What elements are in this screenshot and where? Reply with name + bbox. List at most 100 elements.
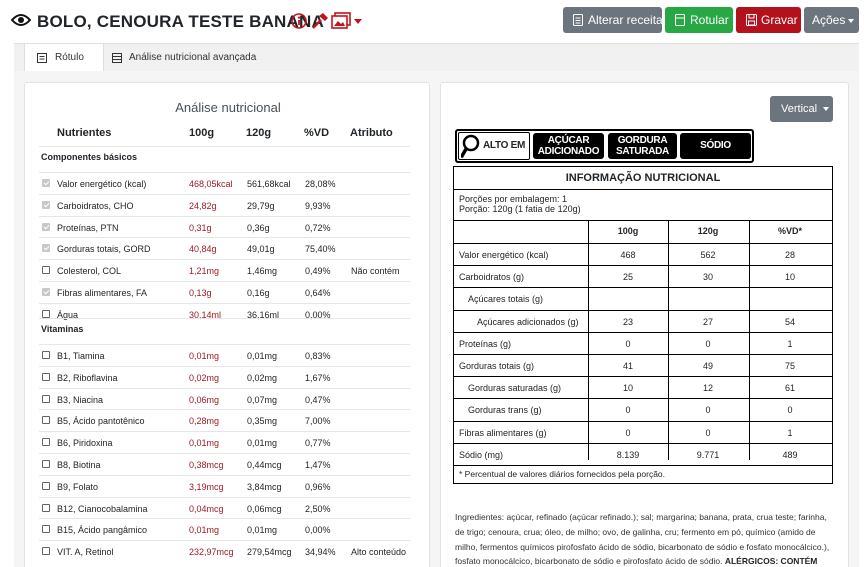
info-icon[interactable]: [291, 13, 307, 34]
value-120g: 1,46mg: [247, 266, 278, 277]
high-in-badge: ALTO EM: [458, 132, 530, 160]
analysis-title: Análise nutricional: [175, 100, 281, 115]
value-vd: 1,47%: [305, 460, 331, 470]
page-header: BOLO, CENOURA TESTE BANANA Alterar recei…: [0, 0, 864, 44]
nutrient-name: Proteínas, PTN: [57, 222, 119, 233]
facts-value: 12: [702, 383, 713, 394]
nutrient-name: B3, Niacina: [57, 394, 104, 405]
row-checkbox[interactable]: [42, 460, 50, 468]
row-checkbox: [42, 288, 50, 296]
table-rule: [454, 309, 832, 311]
row-checkbox[interactable]: [42, 394, 50, 403]
facts-value: 0: [705, 338, 711, 349]
chevron-down-icon: [823, 107, 829, 111]
nutrient-name: Carboidratos, CHO: [57, 200, 134, 211]
table-row: Valor energético (kcal) 468,05kcal 561,68k…: [39, 172, 410, 194]
warning-sat-fat-l1: GORDURA: [617, 135, 668, 146]
label-button[interactable]: Rotular: [665, 7, 733, 33]
facts-value: 10: [622, 383, 633, 394]
table-row: Água 30,14ml 36,16ml 0,00%: [39, 302, 410, 325]
value-vd: 0,72%: [305, 222, 331, 233]
list-icon: [112, 53, 122, 63]
tab-rotulo[interactable]: Rótulo: [24, 44, 104, 73]
value-vd: 0,00%: [305, 525, 331, 536]
value-attribute: Alto conteúdo: [351, 547, 407, 558]
row-checkbox[interactable]: [42, 481, 50, 490]
chevron-down-icon[interactable]: [354, 19, 362, 24]
save-button[interactable]: Gravar: [736, 7, 801, 33]
table-row: B12, Cianocobalamina 0,04mcg 0,06mcg 2,50%: [39, 496, 410, 519]
facts-value: 489: [782, 449, 798, 460]
row-checkbox[interactable]: [42, 525, 50, 534]
nutrient-name: B1, Tiamina: [57, 351, 105, 361]
nutrient-name: B2, Riboflavina: [57, 372, 118, 383]
facts-value: 54: [784, 316, 795, 327]
table-row: B9, Folato 3,19mcg 3,84mcg 0,96%: [39, 474, 410, 497]
value-100g: 0,31g: [189, 222, 212, 233]
table-row: Fibras alimentares, FA 0,13g 0,16g 0,64%: [39, 281, 410, 303]
value-120g: 279,54mcg: [247, 547, 292, 558]
value-120g: 561,68kcal: [247, 179, 291, 189]
table-rule: [454, 287, 832, 289]
actions-dropdown-button[interactable]: Ações: [804, 7, 859, 33]
facts-nutrient-name: Açúcares adicionados (g): [477, 316, 579, 327]
save-button-text: Gravar: [761, 13, 798, 27]
row-checkbox[interactable]: [42, 266, 50, 275]
row-checkbox[interactable]: [42, 372, 50, 381]
row-checkbox[interactable]: [42, 547, 50, 556]
value-100g: 232,97mcg: [189, 547, 234, 558]
row-checkbox[interactable]: [42, 351, 50, 359]
allergens-lead: ALÉRGICOS: CONTÉM: [724, 556, 818, 567]
layout-vertical-dropdown[interactable]: Vertical: [770, 96, 833, 122]
table-rule: [454, 442, 832, 444]
value-120g: 49,01g: [247, 244, 275, 255]
row-checkbox: [42, 179, 50, 187]
nutrient-name: B9, Folato: [57, 481, 99, 492]
table-row: Gorduras totais, GORD 40,84g 49,01g 75,40%: [39, 237, 410, 259]
table-row: B1, Tiamina 0,01mg 0,01mg 0,83%: [39, 344, 410, 366]
value-vd: 75,40%: [305, 244, 336, 255]
col-header-100g: 100g: [189, 127, 215, 139]
warning-added-sugar-l1: AÇÚCAR: [547, 135, 590, 146]
section-divider: [39, 146, 410, 147]
alter-recipe-button[interactable]: Alterar receita: [563, 7, 663, 33]
table-row: B5, Ácido pantotênico 0,28mg 0,35mg 7,00%: [39, 409, 410, 431]
col-header-vd: %VD: [304, 127, 330, 139]
row-checkbox[interactable]: [42, 503, 50, 512]
hammer-icon[interactable]: [311, 12, 329, 35]
value-120g: 0,01mg: [247, 525, 278, 536]
table-row: VIT. A, Retinol 232,97mcg 279,54mcg 34,94% A…: [39, 540, 410, 562]
nutrient-name: Colesterol, COL: [57, 266, 122, 277]
section-header: Componentes básicos: [41, 152, 138, 162]
images-icon[interactable]: [331, 12, 351, 34]
facts-value: 0: [787, 405, 793, 416]
facts-value: 562: [700, 250, 716, 260]
facts-value: 0: [625, 427, 631, 438]
table-rule: [454, 420, 832, 422]
facts-value: 61: [784, 383, 795, 394]
magnifier-icon: [461, 134, 480, 158]
table-row: B2, Riboflavina 0,02mg 0,02mg 1,67%: [39, 365, 410, 388]
facts-col-header: 120g: [697, 226, 719, 236]
facts-value: 10: [784, 272, 795, 283]
facts-value: 468: [620, 250, 636, 260]
nutrition-facts-title: INFORMAÇÃO NUTRICIONAL: [454, 167, 832, 190]
value-vd: 7,00%: [305, 416, 331, 427]
table-rule: [454, 376, 832, 378]
facts-nutrient-name: Sódio (mg): [459, 449, 504, 460]
value-120g: 0,01mg: [247, 438, 278, 449]
nutrient-name: B8, Biotina: [57, 460, 101, 470]
tab-analise-avancada[interactable]: Análise nutricional avançada: [112, 44, 262, 72]
nutrient-name: B6, Piridoxina: [57, 438, 113, 449]
row-checkbox: [42, 222, 50, 231]
facts-col-header: %VD*: [777, 226, 802, 236]
eye-icon[interactable]: [10, 13, 32, 32]
value-vd: 28,08%: [305, 179, 336, 189]
row-checkbox[interactable]: [42, 416, 50, 425]
alter-recipe-label: Alterar receita: [588, 13, 663, 27]
row-checkbox[interactable]: [42, 309, 50, 318]
value-120g: 0,36g: [247, 222, 270, 233]
row-checkbox[interactable]: [42, 438, 50, 447]
facts-value: 49: [702, 361, 713, 371]
facts-nutrient-name: Fibras alimentares (g): [459, 427, 547, 438]
